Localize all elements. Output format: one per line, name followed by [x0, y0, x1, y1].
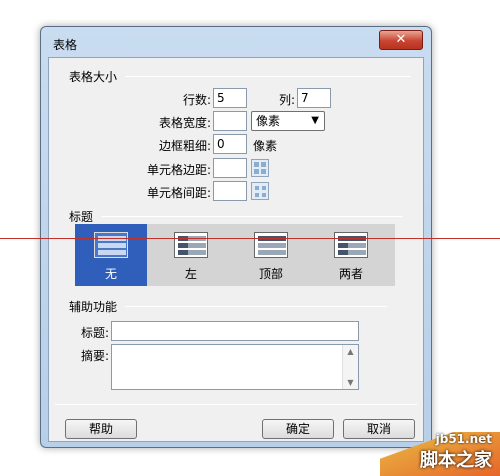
table-width-label: 表格宽度:: [158, 116, 211, 130]
border-label: 边框粗细:: [158, 139, 211, 153]
red-guide-line: [0, 238, 500, 239]
section-divider: [101, 216, 404, 217]
header-option-label: 两者: [338, 267, 363, 281]
watermark-site: jb51.net: [435, 432, 492, 446]
section-divider: [125, 306, 388, 307]
width-unit-value: 像素: [256, 114, 281, 128]
header-section-header: 标题: [69, 208, 404, 225]
chevron-down-icon: ▼: [311, 115, 319, 126]
summary-scrollbar[interactable]: ▲ ▼: [342, 345, 358, 389]
dialog-title: 表格: [53, 38, 78, 52]
table-size-section-title: 表格大小: [69, 70, 118, 84]
header-option-top[interactable]: 顶部: [235, 224, 307, 286]
close-button[interactable]: ✕: [379, 30, 423, 50]
table-width-input[interactable]: [213, 111, 247, 131]
cell-spacing-icon: [251, 182, 269, 200]
header-option-label: 顶部: [258, 267, 283, 281]
close-icon: ✕: [395, 32, 407, 47]
section-divider: [125, 76, 412, 77]
rows-label: 行数:: [182, 93, 211, 107]
header-option-label: 无: [104, 267, 117, 281]
caption-label: 标题:: [80, 326, 109, 340]
cols-label: 列:: [278, 93, 295, 107]
header-option-label: 左: [184, 267, 197, 281]
cell-spacing-label: 单元格间距:: [146, 186, 211, 200]
table-top-header-icon: [254, 232, 288, 258]
table-none-icon: [94, 232, 128, 258]
header-section-title: 标题: [69, 210, 94, 224]
scroll-down-icon[interactable]: ▼: [343, 378, 358, 387]
header-option-left[interactable]: 左: [155, 224, 227, 286]
watermark-brand: 脚本之家: [420, 450, 492, 471]
table-left-header-icon: [174, 232, 208, 258]
button-separator: [55, 404, 417, 405]
accessibility-section-title: 辅助功能: [69, 300, 118, 314]
header-option-both[interactable]: 两者: [315, 224, 387, 286]
ok-button[interactable]: 确定: [262, 419, 334, 439]
caption-input[interactable]: [111, 321, 359, 341]
summary-label: 摘要:: [80, 349, 109, 363]
border-input[interactable]: 0: [213, 134, 247, 154]
table-size-section-header: 表格大小: [69, 68, 412, 85]
watermark: jb51.net 脚本之家: [420, 432, 492, 472]
width-unit-select[interactable]: 像素 ▼: [251, 111, 325, 131]
cell-padding-input[interactable]: [213, 158, 247, 178]
cell-padding-label: 单元格边距:: [146, 163, 211, 177]
accessibility-section-header: 辅助功能: [69, 298, 388, 315]
cell-padding-icon: [251, 159, 269, 177]
rows-input[interactable]: 5: [213, 88, 247, 108]
dialog-body: 表格大小 行数: 5 列: 7 表格宽度: 像素 ▼ 边框粗细: 0 像素 单元…: [48, 57, 424, 442]
help-button[interactable]: 帮助: [65, 419, 137, 439]
header-options: 无 左 顶部 两者: [75, 224, 395, 286]
table-both-header-icon: [334, 232, 368, 258]
scroll-up-icon[interactable]: ▲: [343, 347, 358, 356]
title-bar[interactable]: 表格 ✕: [41, 27, 431, 57]
cell-spacing-input[interactable]: [213, 181, 247, 201]
summary-textarea[interactable]: ▲ ▼: [111, 344, 359, 390]
border-unit-label: 像素: [253, 139, 278, 153]
cols-input[interactable]: 7: [297, 88, 331, 108]
header-option-none[interactable]: 无: [75, 224, 147, 286]
table-dialog: 表格 ✕ 表格大小 行数: 5 列: 7 表格宽度: 像素 ▼ 边框粗细: 0 …: [40, 26, 432, 448]
